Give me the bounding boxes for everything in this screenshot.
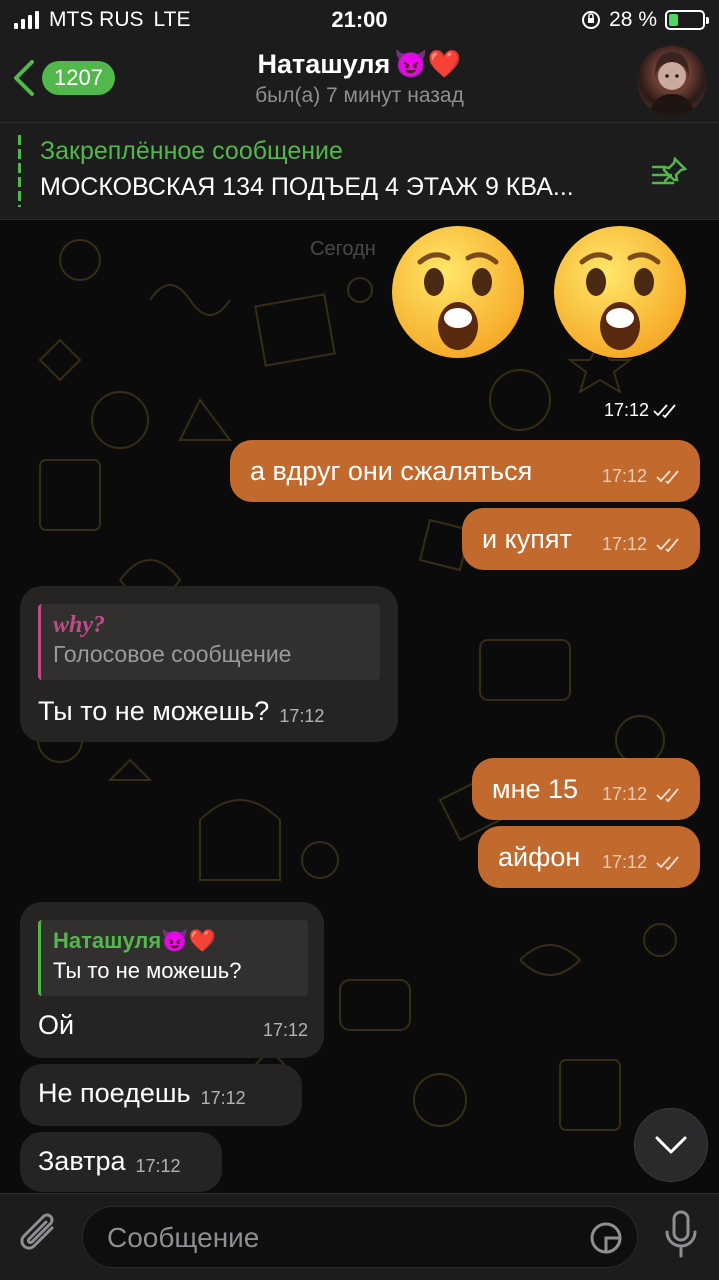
status-right: 28 %: [581, 8, 709, 32]
avatar[interactable]: [637, 46, 707, 116]
contact-name: Наташуля: [257, 48, 391, 79]
message-time: 17:12: [604, 400, 679, 421]
sticker-icon[interactable]: [589, 1221, 623, 1255]
message-time: 17:12: [602, 784, 682, 805]
pinned-list-icon[interactable]: [651, 155, 691, 189]
outgoing-message[interactable]: мне 15 17:12: [472, 758, 700, 820]
pinned-text: МОСКОВСКАЯ 134 ПОДЪЕД 4 ЭТАЖ 9 КВА...: [40, 173, 574, 201]
last-seen-status: был(а) 7 минут назад: [255, 84, 464, 107]
message-time: 17:12: [602, 852, 682, 873]
chat-title: Наташуля 😈❤️: [257, 48, 461, 80]
message-text: айфон: [498, 842, 581, 872]
reply-text: Ты то не можешь?: [53, 958, 242, 983]
outgoing-message[interactable]: а вдруг они сжаляться 17:12: [230, 440, 700, 502]
composer-bar: [0, 1193, 719, 1280]
message-time: 17:12: [135, 1156, 181, 1176]
microphone-icon[interactable]: [663, 1210, 699, 1260]
reply-author: Наташуля😈❤️: [53, 928, 217, 953]
time-label: 17:12: [601, 852, 647, 872]
astonished-face-icon[interactable]: [388, 222, 528, 362]
incoming-message[interactable]: Наташуля😈❤️ Ты то не можешь? Ой 17:12: [20, 902, 324, 1058]
status-bar: MTS RUS LTE 21:00 28 %: [0, 0, 719, 40]
outgoing-message[interactable]: и купят 17:12: [462, 508, 700, 570]
scroll-to-bottom-button[interactable]: [634, 1108, 708, 1182]
pinned-message[interactable]: Закреплённое сообщение МОСКОВСКАЯ 134 ПО…: [0, 122, 719, 220]
message-input-container[interactable]: [82, 1206, 638, 1269]
message-text: Завтра: [38, 1146, 126, 1176]
incoming-message[interactable]: Не поедешь 17:12: [20, 1064, 302, 1126]
chat-title-area[interactable]: Наташуля 😈❤️ был(а) 7 минут назад: [0, 48, 719, 108]
message-text: Ой: [38, 1010, 75, 1040]
read-checks-icon: [656, 470, 679, 485]
message-time: 17:12: [200, 1088, 246, 1108]
chevron-down-icon: [655, 1136, 687, 1154]
time-label: 17:12: [601, 784, 647, 804]
outgoing-message[interactable]: айфон 17:12: [478, 826, 700, 888]
read-checks-icon: [656, 788, 679, 803]
avatar-image: [649, 52, 695, 116]
contact-name-emojis: 😈❤️: [394, 49, 462, 79]
pinned-label: Закреплённое сообщение: [40, 137, 343, 165]
read-checks-icon: [656, 856, 679, 871]
message-time: 17:12: [279, 706, 325, 726]
read-checks-icon: [653, 403, 676, 418]
message-text: а вдруг они сжаляться: [250, 456, 533, 486]
message-time: 17:12: [602, 534, 682, 555]
message-text: Ты то не можешь?: [38, 696, 270, 726]
incoming-message[interactable]: why? Голосовое сообщение Ты то не можешь…: [20, 586, 398, 742]
battery-icon: [665, 10, 709, 30]
reply-author: why?: [53, 612, 106, 638]
reply-text: Голосовое сообщение: [53, 641, 292, 667]
message-input[interactable]: [105, 1207, 589, 1269]
read-checks-icon: [656, 538, 679, 553]
message-time: 17:12: [602, 466, 682, 487]
attach-icon[interactable]: [18, 1212, 64, 1262]
time-label: 17:12: [604, 400, 650, 420]
reply-preview[interactable]: why? Голосовое сообщение: [38, 604, 380, 680]
message-time: 17:12: [262, 1020, 308, 1040]
time-label: 17:12: [601, 534, 647, 554]
chat-header: 1207 Наташуля 😈❤️ был(а) 7 минут назад: [0, 40, 719, 122]
astonished-face-icon[interactable]: [550, 222, 690, 362]
time-label: 17:12: [601, 466, 647, 486]
reply-preview[interactable]: Наташуля😈❤️ Ты то не можешь?: [38, 920, 308, 996]
incoming-message[interactable]: Завтра 17:12: [20, 1132, 222, 1192]
orientation-lock-icon: [582, 11, 601, 29]
message-text: и купят: [482, 524, 572, 554]
pinned-indicator: [18, 135, 21, 207]
message-text: мне 15: [492, 774, 579, 804]
battery-percent: 28 %: [609, 8, 657, 31]
date-pill: Сегодн: [310, 238, 376, 260]
message-text: Не поедешь: [38, 1078, 191, 1108]
